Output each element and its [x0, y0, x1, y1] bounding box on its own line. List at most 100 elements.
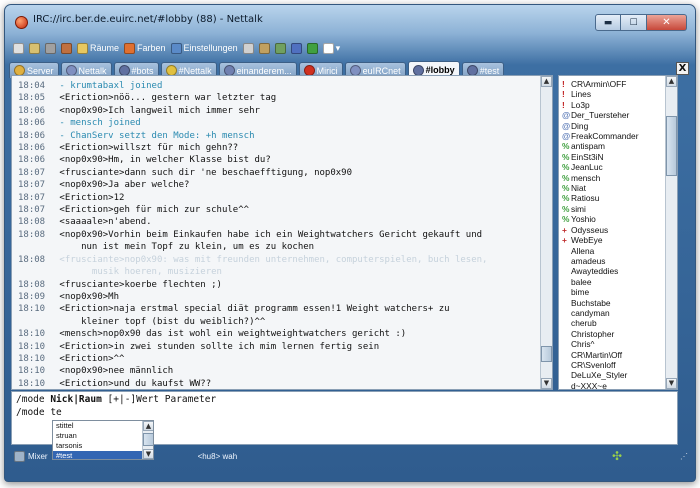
title-bar[interactable]: IRC://irc.ber.de.euirc.net/#lobby (88) -… [5, 5, 695, 35]
user-list-item[interactable]: @ Ding [562, 121, 664, 131]
toolbar-button-12[interactable]: ▾ [322, 42, 340, 54]
message-input[interactable]: /mode te [16, 407, 62, 418]
user-name: Ding [571, 120, 589, 131]
toolbar-label: Einstellungen [183, 43, 238, 53]
user-list-item[interactable]: % antispam [562, 141, 664, 151]
user-list-item[interactable]: + WebEye [562, 235, 664, 245]
toolbar-button-4[interactable]: Räume [77, 42, 119, 54]
toolbar-button-2[interactable] [45, 42, 56, 54]
chat-scrollbar[interactable]: ▲ ▼ [540, 76, 552, 389]
timestamp: 18:08 [18, 217, 46, 228]
scroll-down-icon[interactable]: ▼ [541, 378, 552, 389]
chat-message: - mensch joined [54, 118, 141, 129]
chat-log[interactable]: 18:04 - krumtabaxl joined 18:05 <Eriction… [11, 75, 553, 390]
toolbar-button-6[interactable]: Einstellungen [170, 42, 238, 54]
user-prefix-icon: ! [562, 89, 565, 100]
user-list-item[interactable]: Christopher [562, 329, 664, 339]
toolbar-button-7[interactable] [242, 42, 254, 54]
scroll-up-icon[interactable]: ▲ [143, 421, 153, 431]
close-tab-button[interactable]: X [676, 62, 689, 75]
chat-message: - ChanServ setzt den Mode: +h mensch [54, 130, 255, 141]
user-list-item[interactable]: @ FreakCommander [562, 131, 664, 141]
chat-line: 18:07 <Eriction>geh für mich zur schule^… [18, 204, 546, 216]
user-name: Yoshio [571, 214, 596, 225]
app-icon [15, 16, 28, 29]
scroll-down-icon[interactable]: ▼ [666, 378, 677, 389]
user-list-item[interactable]: ! Lo3p [562, 100, 664, 110]
timestamp [18, 316, 54, 328]
user-list-item[interactable]: CR\Martin\Off [562, 350, 664, 360]
user-list-item[interactable]: ! Lines [562, 89, 664, 99]
timestamp: 18:08 [18, 254, 46, 265]
timestamp: 18:06 [18, 143, 46, 154]
resize-grip-icon[interactable]: ⋰ [680, 452, 688, 461]
user-list-item[interactable]: % EinSt3iN [562, 152, 664, 162]
chat-line: kleiner topf (bist du weiblich?)^^ [18, 316, 546, 328]
maximize-button[interactable]: ☐ [621, 14, 647, 31]
tools-icon [61, 42, 72, 54]
toolbar-button-8[interactable] [258, 42, 270, 54]
autocomplete-thumb[interactable] [143, 433, 153, 446]
user-list-item[interactable]: % Niat [562, 183, 664, 193]
toolbar-button-1[interactable] [29, 42, 40, 54]
user-name: JeanLuc [571, 162, 603, 173]
user-list-item[interactable]: Buchstabe [562, 298, 664, 308]
userlist-scrollbar[interactable]: ▲ ▼ [665, 76, 677, 389]
scroll-up-icon[interactable]: ▲ [666, 76, 677, 87]
scrollbar-thumb[interactable] [541, 346, 552, 362]
user-list-item[interactable]: Allena [562, 246, 664, 256]
chat-line: 18:04 - krumtabaxl joined [18, 80, 546, 92]
close-button[interactable]: ✕ [647, 14, 687, 31]
toolbar-button-3[interactable] [61, 42, 72, 54]
user-list-item[interactable]: % simi [562, 204, 664, 214]
user-list-item[interactable]: bime [562, 287, 664, 297]
user-list-item[interactable]: amadeus [562, 256, 664, 266]
user-list-item[interactable]: + Odysseus [562, 225, 664, 235]
autocomplete-item[interactable]: stittel [53, 421, 153, 431]
user-list-item[interactable]: d~XXX~e [562, 381, 664, 389]
toolbar-label: Farben [137, 43, 166, 53]
minimize-button[interactable]: ▬ [595, 14, 621, 31]
toolbar-button-10[interactable] [290, 42, 302, 54]
user-name: Lines [571, 89, 592, 100]
user-list-item[interactable]: % Ratiosu [562, 193, 664, 203]
user-list-item[interactable]: % mensch [562, 173, 664, 183]
timestamp: 18:07 [18, 205, 46, 216]
mixer-icon[interactable] [14, 450, 25, 462]
user-list-item[interactable]: candyman [562, 308, 664, 318]
toolbar-button-5[interactable]: Farben [124, 42, 166, 54]
user-list-item[interactable]: Chris^ [562, 339, 664, 349]
user-list-item[interactable]: cherub [562, 318, 664, 328]
chat-line: 18:10 <Eriction>naja erstmal special diä… [18, 303, 546, 315]
mixer-label[interactable]: Mixer [28, 452, 48, 461]
chat-line: 18:06 <Eriction>willszt für mich gehn?? [18, 142, 546, 154]
toolbar-button-0[interactable] [13, 42, 24, 54]
user-list-item[interactable]: Awayteddies [562, 266, 664, 276]
user-list-item[interactable]: CR\Svenloff [562, 360, 664, 370]
user-prefix-icon: % [562, 141, 570, 152]
user-list-item[interactable]: DeLuXe_Styler [562, 370, 664, 380]
userlist-scrollbar-thumb[interactable] [666, 116, 677, 176]
folder-icon [29, 42, 40, 54]
user-list[interactable]: ! CR\Armin\OFF! Lines! Lo3p @ Der_Tuersteher @… [558, 75, 678, 390]
scroll-up-icon[interactable]: ▲ [541, 76, 552, 87]
toolbar-button-9[interactable] [274, 42, 286, 54]
user-list-item[interactable]: % Yoshio [562, 214, 664, 224]
timestamp: 18:06 [18, 130, 46, 141]
chat-message: <frusciante>dann such dir 'ne beschaefft… [54, 167, 353, 178]
toolbar-button-11[interactable] [306, 42, 318, 54]
autocomplete-item[interactable]: struan [53, 431, 153, 441]
timestamp: 18:10 [18, 329, 46, 340]
chat-line: 18:08 <frusciante>nop0x90: was mit freun… [18, 254, 546, 266]
chat-lines: 18:04 - krumtabaxl joined 18:05 <Eriction… [18, 80, 546, 389]
user-name: simi [571, 203, 586, 214]
user-list-item[interactable]: @ Der_Tuersteher [562, 110, 664, 120]
chat-line: 18:07 <Eriction>12 [18, 192, 546, 204]
user-list-item[interactable]: balee [562, 277, 664, 287]
user-list-item[interactable]: % JeanLuc [562, 162, 664, 172]
user-name: antispam [571, 141, 605, 152]
user-name: cherub [571, 318, 597, 329]
user-list-item[interactable]: ! CR\Armin\OFF [562, 79, 664, 89]
user-name: Lo3p [571, 99, 590, 110]
connect-icon [13, 42, 24, 54]
